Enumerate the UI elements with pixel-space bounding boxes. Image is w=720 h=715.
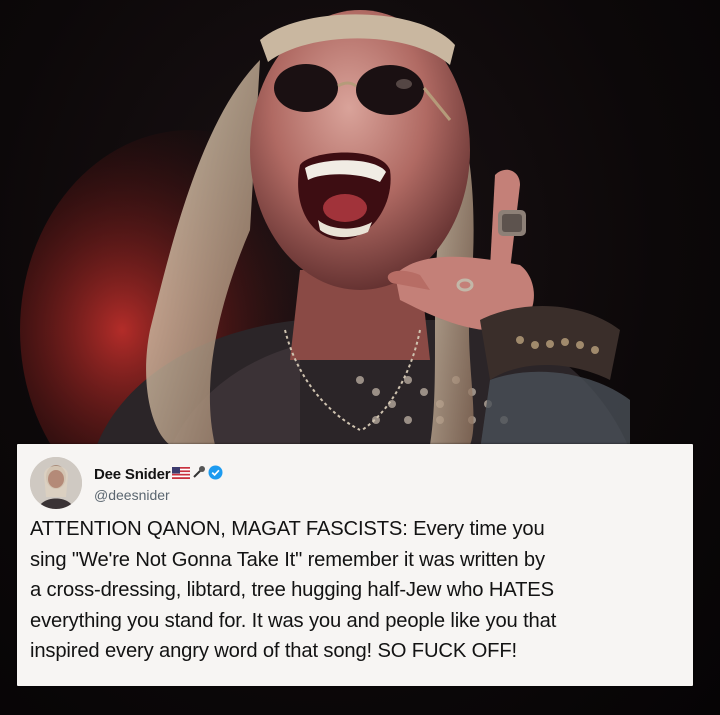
verified-badge-icon <box>208 465 223 485</box>
tweet-line: everything you stand for. It was you and… <box>30 609 557 632</box>
user-handle[interactable]: @deesnider <box>94 487 223 503</box>
us-flag-icon <box>172 466 191 484</box>
tweet-text: ATTENTION QANON, MAGAT FASCISTS: Every t… <box>30 514 679 667</box>
display-name[interactable]: Dee Snider <box>94 466 171 483</box>
user-names: Dee Snider @deesnider <box>94 464 223 503</box>
tweet-header: Dee Snider @deesnider <box>30 456 679 510</box>
avatar[interactable] <box>30 457 82 509</box>
tweet-line: a cross-dressing, libtard, tree hugging … <box>30 579 554 601</box>
tweet-line: inspired every angry word of that song! … <box>30 640 517 662</box>
meme-canvas: Dee Snider @deesnider ATTENTION QANON, M… <box>0 0 720 715</box>
display-name-row: Dee Snider <box>94 464 223 486</box>
tweet-line: sing "We're Not Gonna Take It" remember … <box>30 548 545 571</box>
avatar-image <box>30 457 82 509</box>
tweet-card: Dee Snider @deesnider ATTENTION QANON, M… <box>17 444 693 686</box>
microphone-icon <box>192 465 206 484</box>
tweet-line: ATTENTION QANON, MAGAT FASCISTS: Every t… <box>30 518 545 540</box>
